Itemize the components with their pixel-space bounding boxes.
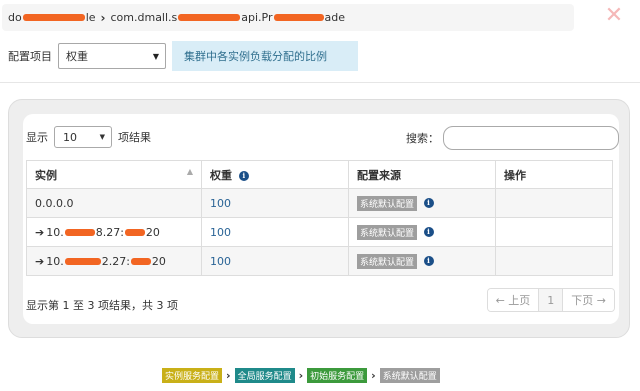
redaction-mark bbox=[124, 228, 145, 236]
breadcrumb: do le › com.dmall.s api.Pr ade bbox=[2, 4, 574, 31]
config-item-select[interactable]: 权重 ▼ bbox=[58, 43, 166, 69]
instance-address-suffix: 20 bbox=[145, 225, 160, 239]
weight-cell: 100 bbox=[201, 246, 349, 276]
config-row: 配置项目 权重 ▼ 集群中各实例负载分配的比例 bbox=[8, 41, 608, 71]
instance-address-mid: 2.27: bbox=[101, 254, 130, 268]
weight-value[interactable]: 100 bbox=[210, 255, 231, 268]
source-badge: 系统默认配置 bbox=[357, 224, 418, 240]
table-row: 0.0.0.0 100 系统默认配置 i bbox=[26, 188, 613, 218]
column-header-label: 实例 bbox=[35, 168, 57, 182]
breadcrumb-item-app[interactable]: do le bbox=[8, 11, 96, 24]
source-badge: 系统默认配置 bbox=[357, 195, 418, 211]
table-row: ➔ 10. 2.27: 20 100 系统默认配置 i bbox=[26, 246, 613, 276]
breadcrumb-app-suffix: le bbox=[85, 11, 96, 24]
arrow-right-icon: ➔ bbox=[35, 225, 45, 239]
redaction-mark bbox=[64, 228, 95, 236]
instance-cell: 0.0.0.0 bbox=[26, 188, 202, 218]
chevron-right-icon: › bbox=[298, 369, 304, 382]
instance-address-prefix: 10. bbox=[46, 225, 64, 239]
config-label: 配置项目 bbox=[8, 50, 52, 63]
config-item-value: 权重 bbox=[66, 50, 88, 63]
instance-address-prefix: 10. bbox=[46, 254, 64, 268]
search-control: 搜索： bbox=[406, 126, 619, 150]
column-header-weight[interactable]: 权重 i bbox=[201, 160, 349, 189]
close-icon[interactable]: ✕ bbox=[601, 3, 627, 29]
actions-cell bbox=[495, 188, 613, 218]
page-length-value: 10 bbox=[63, 130, 77, 144]
flow-instance-config: 实例服务配置 bbox=[162, 368, 223, 383]
instance-address: 0.0.0.0 bbox=[35, 196, 74, 210]
flow-default-config: 系统默认配置 bbox=[379, 368, 440, 383]
table-container: 显示 10 ▼ 项结果 搜索： 实例 ▲ 权重 i 配置来源 操作 0.0.0.… bbox=[23, 114, 619, 324]
flow-initial-config: 初始服务配置 bbox=[307, 368, 368, 383]
column-header-actions: 操作 bbox=[495, 160, 613, 189]
config-priority-flow: 实例服务配置 › 全局服务配置 › 初始服务配置 › 系统默认配置 bbox=[162, 368, 440, 383]
redaction-mark bbox=[22, 14, 85, 21]
column-header-source[interactable]: 配置来源 bbox=[348, 160, 496, 189]
actions-cell bbox=[495, 217, 613, 247]
page-length-select[interactable]: 10 ▼ bbox=[54, 126, 112, 148]
source-badge: 系统默认配置 bbox=[357, 253, 418, 269]
caret-down-icon: ▼ bbox=[152, 51, 159, 61]
weight-cell: 100 bbox=[201, 188, 349, 218]
table-panel: 显示 10 ▼ 项结果 搜索： 实例 ▲ 权重 i 配置来源 操作 0.0.0.… bbox=[8, 99, 630, 338]
column-header-instance[interactable]: 实例 ▲ bbox=[26, 160, 202, 189]
next-page-button[interactable]: 下页 → bbox=[563, 289, 614, 311]
redaction-mark bbox=[178, 14, 241, 21]
caret-down-icon: ▼ bbox=[99, 133, 105, 141]
arrow-right-icon: ➔ bbox=[35, 254, 45, 268]
prev-page-button[interactable]: ← 上页 bbox=[487, 289, 540, 311]
search-label: 搜索： bbox=[406, 132, 439, 145]
actions-cell bbox=[495, 246, 613, 276]
table-row: ➔ 10. 8.27: 20 100 系统默认配置 i bbox=[26, 217, 613, 247]
weight-value[interactable]: 100 bbox=[210, 226, 231, 239]
breadcrumb-service-middle: api.Pr bbox=[241, 11, 273, 24]
info-icon[interactable]: i bbox=[238, 170, 249, 181]
weight-cell: 100 bbox=[201, 217, 349, 247]
breadcrumb-service-suffix: ade bbox=[324, 11, 346, 24]
divider bbox=[0, 82, 640, 83]
breadcrumb-app-prefix: do bbox=[8, 11, 22, 24]
chevron-right-icon: › bbox=[371, 369, 376, 382]
page-length-control: 显示 10 ▼ 项结果 bbox=[26, 126, 151, 148]
instance-cell: ➔ 10. 2.27: 20 bbox=[26, 246, 202, 276]
breadcrumb-item-service: com.dmall.s api.Pr ade bbox=[111, 11, 346, 24]
items-label: 项结果 bbox=[118, 131, 151, 144]
show-label: 显示 bbox=[26, 131, 48, 144]
source-cell: 系统默认配置 i bbox=[348, 188, 496, 218]
page-number-button[interactable]: 1 bbox=[539, 289, 564, 311]
flow-global-config: 全局服务配置 bbox=[234, 368, 295, 383]
column-header-label: 操作 bbox=[504, 168, 526, 182]
sort-asc-icon: ▲ bbox=[186, 166, 193, 176]
instance-address-mid: 8.27: bbox=[95, 225, 124, 239]
table-info: 显示第 1 至 3 项结果，共 3 项 bbox=[26, 299, 178, 312]
column-header-label: 配置来源 bbox=[357, 168, 401, 182]
config-hint: 集群中各实例负载分配的比例 bbox=[172, 41, 358, 71]
redaction-mark bbox=[130, 257, 151, 265]
info-icon[interactable]: i bbox=[423, 256, 434, 266]
chevron-right-icon: › bbox=[100, 10, 106, 25]
search-input[interactable] bbox=[443, 126, 619, 150]
weight-value[interactable]: 100 bbox=[210, 197, 231, 210]
breadcrumb-service-prefix: com.dmall.s bbox=[110, 11, 178, 24]
instance-cell: ➔ 10. 8.27: 20 bbox=[26, 217, 202, 247]
instance-address-suffix: 20 bbox=[151, 254, 166, 268]
redaction-mark bbox=[64, 257, 101, 265]
source-cell: 系统默认配置 i bbox=[348, 246, 496, 276]
instance-table: 实例 ▲ 权重 i 配置来源 操作 0.0.0.0 100 系统默认配置 i ➔… bbox=[26, 160, 613, 276]
chevron-right-icon: › bbox=[226, 369, 231, 382]
pagination: ← 上页 1 下页 → bbox=[486, 288, 615, 312]
info-icon[interactable]: i bbox=[423, 198, 434, 208]
redaction-mark bbox=[273, 14, 324, 21]
source-cell: 系统默认配置 i bbox=[348, 217, 496, 247]
column-header-label: 权重 bbox=[210, 168, 232, 182]
table-header-row: 实例 ▲ 权重 i 配置来源 操作 bbox=[26, 160, 613, 189]
info-icon[interactable]: i bbox=[423, 227, 434, 237]
